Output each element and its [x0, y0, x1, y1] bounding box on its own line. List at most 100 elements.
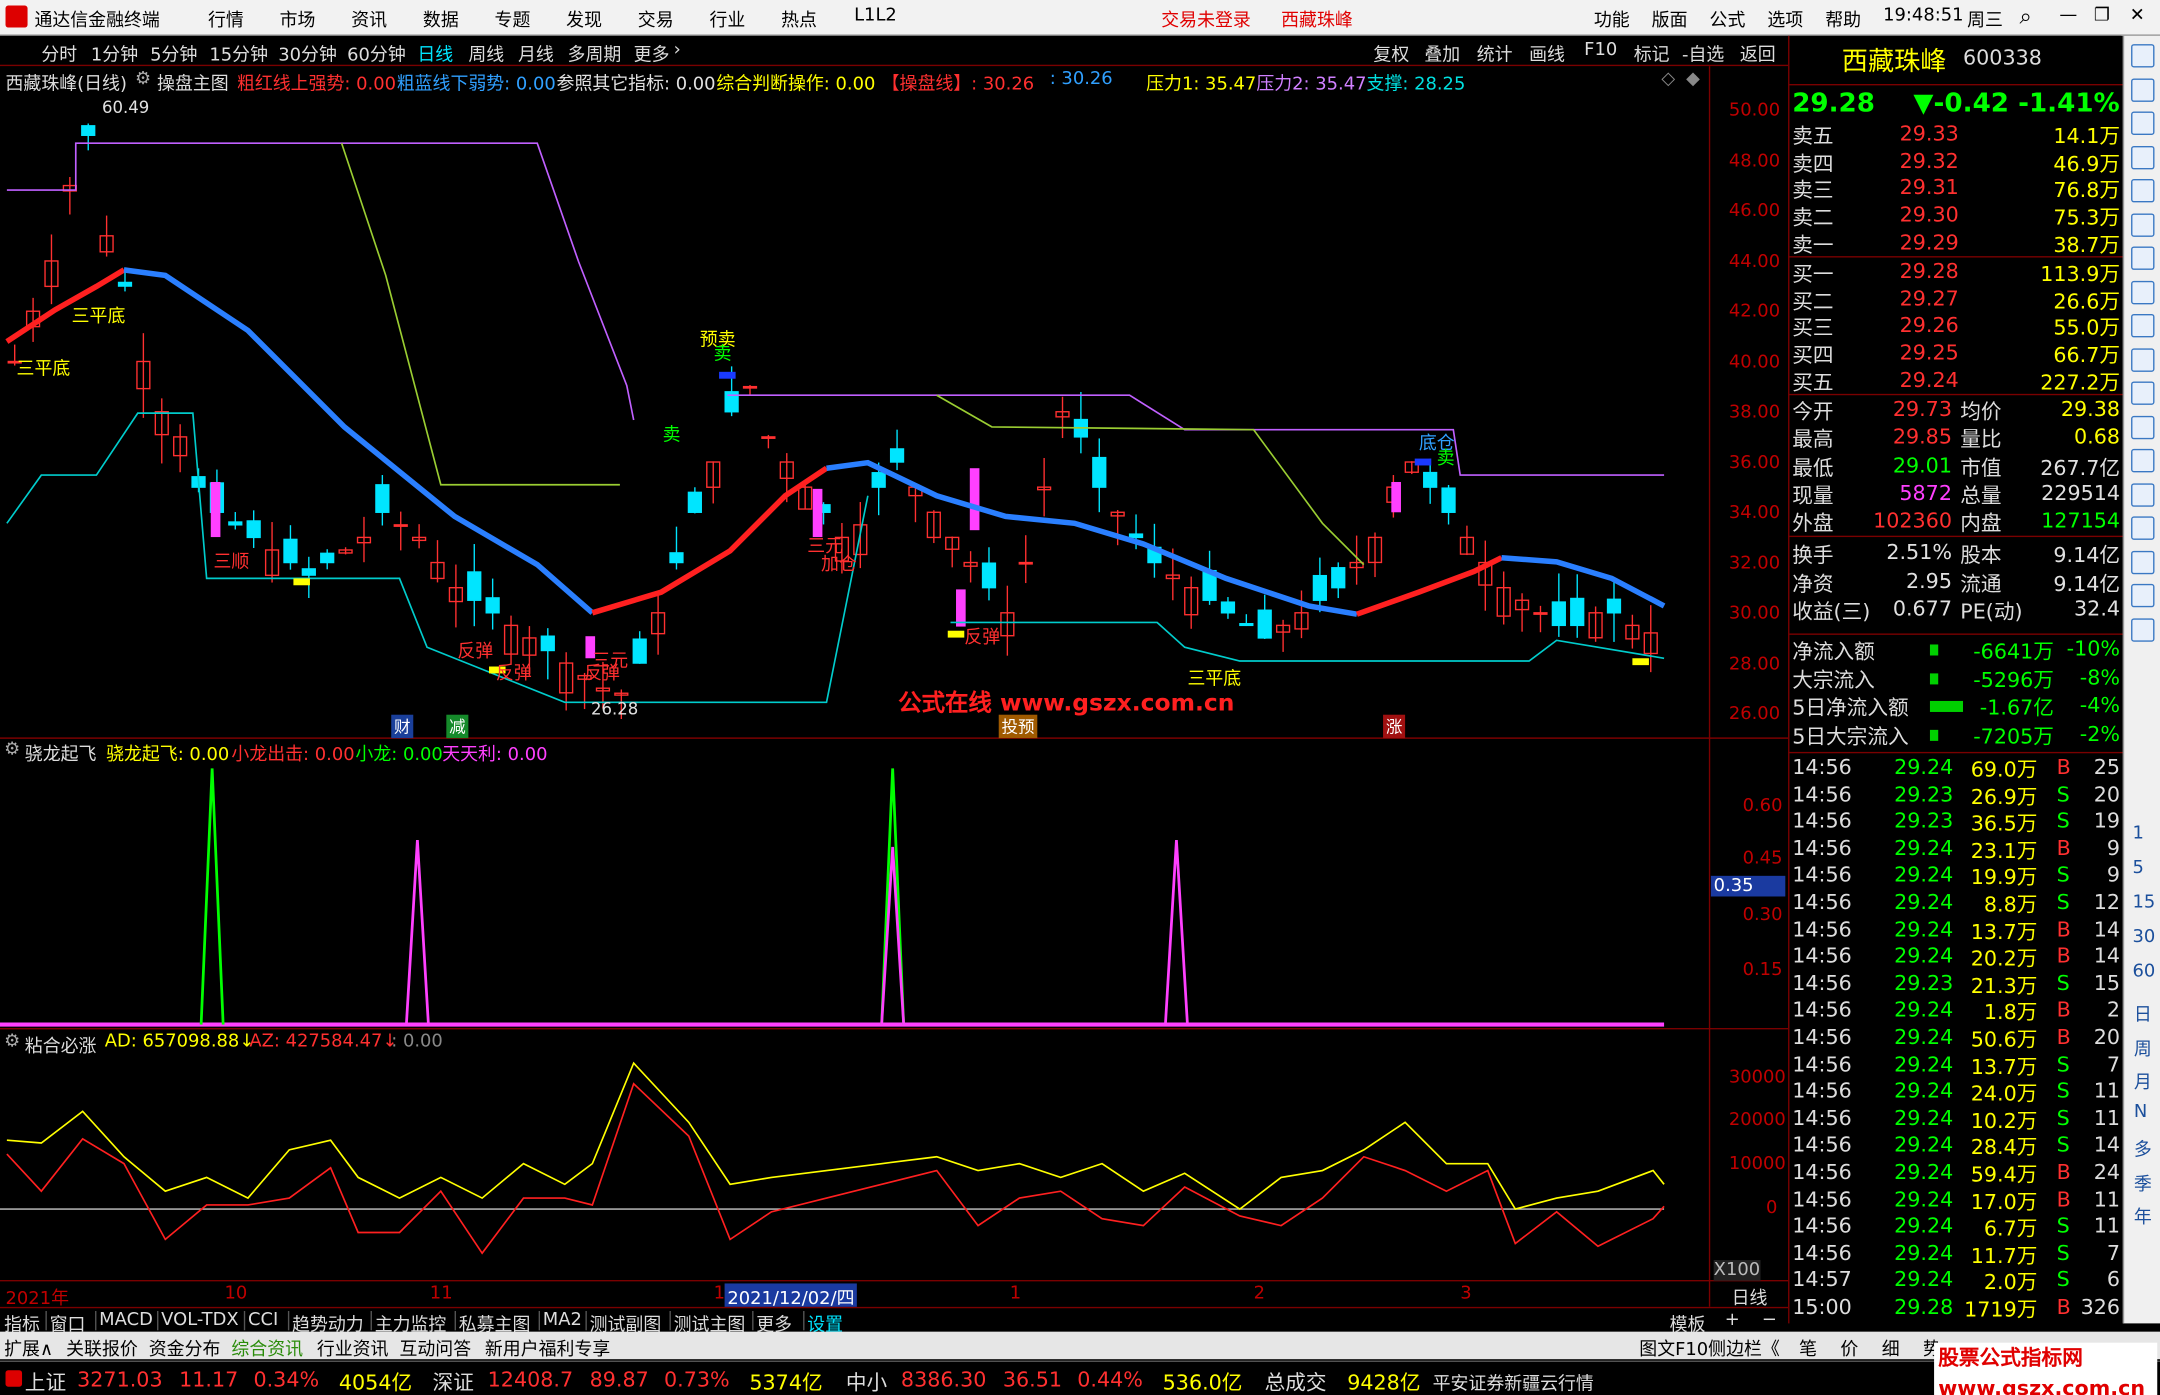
menu-options[interactable]: 选项: [1767, 6, 1803, 32]
gear-icon[interactable]: ⚙: [4, 1031, 20, 1052]
list-icon[interactable]: [2131, 280, 2155, 304]
ask-row[interactable]: 卖五 29.33 14.1万: [1789, 121, 2122, 149]
news-icon[interactable]: [2131, 347, 2155, 372]
menu-info[interactable]: 资讯: [351, 6, 387, 32]
period-tab[interactable]: 5分钟: [150, 40, 197, 66]
period-tab[interactable]: 分时: [41, 40, 77, 66]
period-shortcut[interactable]: 5: [2132, 858, 2143, 879]
event-marker[interactable]: 涨: [1383, 714, 1406, 739]
sub1-name[interactable]: 骁龙起飞: [25, 740, 97, 766]
period-tab[interactable]: 月线: [518, 40, 554, 66]
period-tab-active[interactable]: 日线: [417, 40, 453, 66]
tool-add-favorite[interactable]: -自选: [1682, 40, 1724, 66]
sub2-name[interactable]: 粘合必涨: [25, 1031, 97, 1058]
ask-row[interactable]: 卖四 29.32 46.9万: [1789, 148, 2122, 176]
tool-mark[interactable]: 标记: [1634, 40, 1670, 66]
menu-market-quote[interactable]: 行情: [208, 6, 244, 32]
extension-tab[interactable]: 资金分布: [149, 1334, 221, 1361]
rsi-icon[interactable]: [2131, 482, 2155, 507]
extension-tab[interactable]: 关联报价: [66, 1334, 138, 1361]
extension-tab[interactable]: 综合资讯: [231, 1334, 303, 1361]
period-shortcut[interactable]: 月: [2134, 1067, 2152, 1094]
panel-tab[interactable]: 图文F10: [1639, 1334, 1708, 1361]
minus-icon[interactable]: −: [1762, 1310, 1777, 1331]
bid-row[interactable]: 买一 29.28 113.9万: [1789, 259, 2122, 287]
event-marker[interactable]: 减: [446, 714, 469, 739]
arrow-up-icon[interactable]: [2131, 77, 2155, 102]
period-tab[interactable]: 30分钟: [278, 40, 337, 66]
chevron-up-icon[interactable]: [2131, 44, 2155, 68]
menu-help[interactable]: 帮助: [1825, 6, 1861, 32]
add-icon[interactable]: +: [1725, 1310, 1740, 1331]
minimize-icon[interactable]: —: [2059, 6, 2077, 27]
f5-icon[interactable]: [2131, 583, 2155, 608]
extension-tab[interactable]: 行业资讯: [317, 1334, 389, 1361]
period-shortcut[interactable]: 15: [2132, 892, 2155, 913]
bid-row[interactable]: 买五 29.24 227.2万: [1789, 367, 2122, 395]
period-shortcut[interactable]: 日: [2134, 1000, 2152, 1026]
period-tab[interactable]: 15分钟: [209, 40, 268, 66]
search-icon[interactable]: ⌕: [2019, 3, 2031, 31]
period-tab[interactable]: 1分钟: [91, 40, 138, 66]
chart-area[interactable]: [0, 66, 1789, 1307]
period-shortcut[interactable]: 60: [2132, 961, 2155, 982]
menu-trade[interactable]: 交易: [638, 6, 674, 32]
tool-f10[interactable]: F10: [1584, 40, 1617, 61]
menu-l1l2[interactable]: L1L2: [854, 6, 897, 27]
ask-row[interactable]: 卖一 29.29 38.7万: [1789, 230, 2122, 258]
event-marker[interactable]: 财: [391, 714, 414, 739]
menu-layout[interactable]: 版面: [1652, 6, 1688, 32]
indicator-tab[interactable]: VOL-TDX: [161, 1310, 239, 1331]
period-tab[interactable]: 60分钟: [347, 40, 406, 66]
info-icon[interactable]: [2131, 448, 2155, 473]
menu-discover[interactable]: 发现: [566, 6, 602, 32]
tool-adjust[interactable]: 复权: [1373, 40, 1409, 66]
bid-row[interactable]: 买二 29.27 26.6万: [1789, 286, 2122, 314]
menu-hotspot[interactable]: 热点: [781, 6, 817, 32]
menu-topic[interactable]: 专题: [495, 6, 531, 32]
move-icon[interactable]: [2131, 516, 2155, 540]
panel-tab[interactable]: 笔: [1799, 1334, 1817, 1361]
f6-icon[interactable]: [2131, 617, 2155, 642]
event-marker[interactable]: 投预: [998, 714, 1038, 739]
tool-overlay[interactable]: 叠加: [1424, 40, 1460, 66]
menu-market[interactable]: 市场: [280, 6, 316, 32]
period-tab[interactable]: 周线: [468, 40, 504, 66]
chevron-right-icon[interactable]: ›: [674, 40, 681, 61]
candle-icon[interactable]: [2131, 246, 2155, 270]
window-icon[interactable]: [2131, 145, 2155, 169]
panel-tab[interactable]: 细: [1882, 1334, 1900, 1361]
close-icon[interactable]: ✕: [2130, 6, 2145, 27]
extension-tab[interactable]: 新用户福利专享: [485, 1334, 610, 1361]
trade-login-status[interactable]: 交易未登录: [1161, 6, 1251, 32]
menu-data[interactable]: 数据: [423, 6, 459, 32]
period-shortcut[interactable]: N: [2134, 1101, 2147, 1122]
period-shortcut[interactable]: 季: [2134, 1168, 2152, 1195]
bid-row[interactable]: 买三 29.26 55.0万: [1789, 313, 2122, 341]
panel-tab[interactable]: 价: [1840, 1334, 1858, 1361]
index-name[interactable]: 中小: [846, 1367, 887, 1395]
chart-icon[interactable]: [2131, 381, 2155, 405]
gear-icon[interactable]: ⚙: [4, 740, 20, 761]
ask-row[interactable]: 卖二 29.30 75.3万: [1789, 203, 2122, 231]
period-shortcut[interactable]: 1: [2132, 824, 2143, 845]
arrow-down-icon[interactable]: [2131, 111, 2155, 135]
tool-draw[interactable]: 画线: [1529, 40, 1565, 66]
indicator-tab[interactable]: CCI: [248, 1310, 278, 1331]
menu-formula[interactable]: 公式: [1710, 6, 1746, 32]
pen-icon[interactable]: [2131, 550, 2155, 574]
panel-tab[interactable]: 侧边栏《: [1708, 1334, 1780, 1361]
f2-icon[interactable]: [2131, 415, 2155, 439]
ask-row[interactable]: 卖三 29.31 76.8万: [1789, 175, 2122, 203]
period-tab-more[interactable]: 更多: [634, 40, 670, 66]
index-name[interactable]: 上证: [25, 1367, 66, 1395]
f10-icon[interactable]: [2131, 313, 2155, 338]
grid-icon[interactable]: [2131, 179, 2155, 203]
period-shortcut[interactable]: 30: [2132, 927, 2155, 948]
menu-industry[interactable]: 行业: [709, 6, 745, 32]
index-name[interactable]: 深证: [433, 1367, 474, 1395]
extension-tab[interactable]: 互动问答: [399, 1334, 471, 1361]
restore-icon[interactable]: ❐: [2094, 6, 2110, 27]
tool-stats[interactable]: 统计: [1477, 40, 1513, 66]
period-shortcut[interactable]: 多: [2134, 1135, 2152, 1161]
